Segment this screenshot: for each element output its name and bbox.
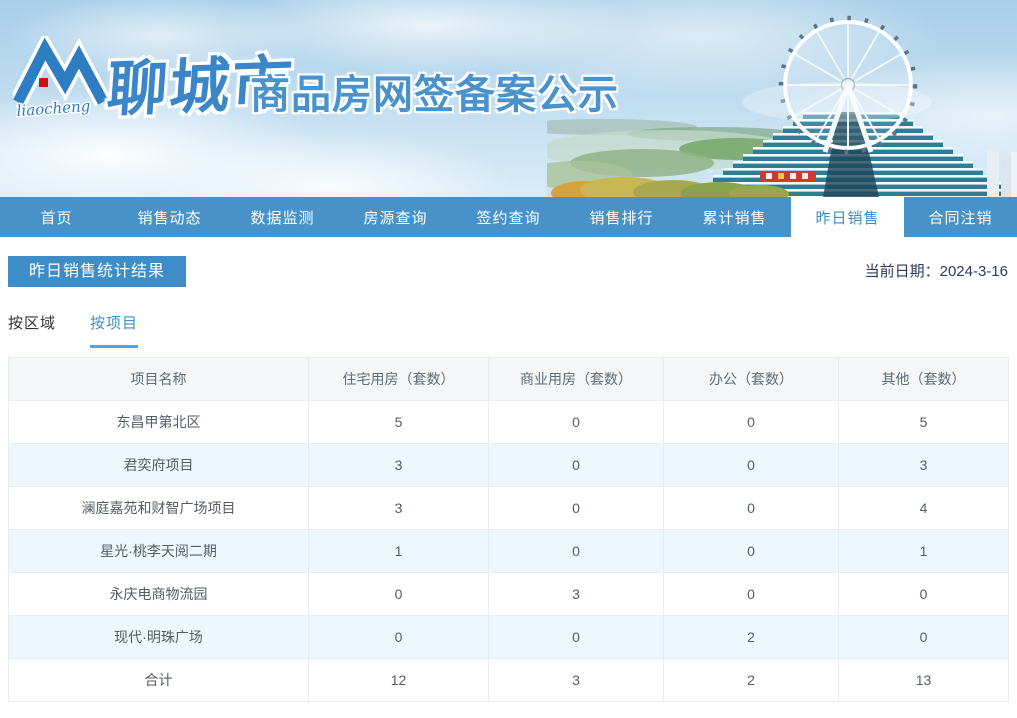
value-cell: 2 — [663, 658, 839, 702]
liaocheng-logo-icon: liaocheng — [9, 30, 111, 121]
view-tabs: 按区域 按项目 — [8, 312, 1009, 348]
value-cell: 2 — [663, 615, 839, 659]
value-cell: 1 — [838, 529, 1009, 573]
table-row: 现代·明珠广场 0 0 2 0 — [8, 615, 1009, 659]
project-name-cell: 东昌甲第北区 — [8, 400, 309, 444]
project-name-cell: 合计 — [8, 658, 309, 702]
nav-item-data-monitor[interactable]: 数据监测 — [226, 197, 339, 237]
value-cell: 0 — [838, 615, 1009, 659]
value-cell: 0 — [488, 486, 664, 530]
logo-red-square — [39, 78, 48, 87]
banner-subtitle: 商品房网签备案公示 — [250, 73, 619, 117]
value-cell: 0 — [308, 572, 489, 616]
col-header-commercial: 商业用房（套数） — [488, 357, 664, 401]
nav-item-yesterday-sales[interactable]: 昨日销售 — [791, 197, 904, 237]
value-cell: 3 — [838, 443, 1009, 487]
table-row: 星光·桃李天阅二期 1 0 0 1 — [8, 529, 1009, 573]
table-row-total: 合计 12 3 2 13 — [8, 658, 1009, 702]
main-content: 昨日销售统计结果 当前日期：2024-3-16 按区域 按项目 项目名称 住宅用… — [0, 237, 1017, 702]
table-row: 澜庭嘉苑和财智广场项目 3 0 0 4 — [8, 486, 1009, 530]
value-cell: 0 — [488, 529, 664, 573]
value-cell: 0 — [663, 486, 839, 530]
project-name-cell: 君奕府项目 — [8, 443, 309, 487]
table-row: 东昌甲第北区 5 0 0 5 — [8, 400, 1009, 444]
value-cell: 0 — [838, 572, 1009, 616]
value-cell: 13 — [838, 658, 1009, 702]
value-cell: 3 — [308, 486, 489, 530]
site-logo: liaocheng — [9, 30, 113, 121]
page-title: 昨日销售统计结果 — [8, 256, 187, 287]
table-header-row: 项目名称 住宅用房（套数） 商业用房（套数） 办公（套数） 其他（套数） — [8, 357, 1009, 401]
table-row: 永庆电商物流园 0 3 0 0 — [8, 572, 1009, 616]
tab-by-project[interactable]: 按项目 — [90, 312, 139, 348]
value-cell: 0 — [663, 400, 839, 444]
tab-by-region[interactable]: 按区域 — [8, 312, 56, 348]
nav-item-sales-ranking[interactable]: 销售排行 — [565, 197, 678, 237]
side-buildings — [987, 150, 1017, 197]
value-cell: 3 — [488, 572, 664, 616]
col-header-office: 办公（套数） — [663, 357, 839, 401]
value-cell: 5 — [308, 400, 489, 444]
main-nav: 首页 销售动态 数据监测 房源查询 签约查询 销售排行 累计销售 昨日销售 合同… — [0, 197, 1017, 237]
nav-item-total-sales[interactable]: 累计销售 — [678, 197, 791, 237]
value-cell: 0 — [663, 443, 839, 487]
nav-item-sales-dynamics[interactable]: 销售动态 — [113, 197, 226, 237]
current-date-label: 当前日期： — [864, 263, 940, 280]
value-cell: 0 — [488, 615, 664, 659]
col-header-residential: 住宅用房（套数） — [308, 357, 489, 401]
table-row: 君奕府项目 3 0 0 3 — [8, 443, 1009, 487]
nav-item-home[interactable]: 首页 — [0, 197, 113, 237]
header-banner: liaocheng 聊城市 商品房网签备案公示 — [0, 0, 1017, 197]
sales-table: 项目名称 住宅用房（套数） 商业用房（套数） 办公（套数） 其他（套数） 东昌甲… — [8, 357, 1009, 702]
value-cell: 0 — [488, 443, 664, 487]
nav-item-housing-query[interactable]: 房源查询 — [339, 197, 452, 237]
project-name-cell: 现代·明珠广场 — [8, 615, 309, 659]
value-cell: 12 — [308, 658, 489, 702]
value-cell: 5 — [838, 400, 1009, 444]
project-name-cell: 永庆电商物流园 — [8, 572, 309, 616]
current-date: 当前日期：2024-3-16 — [865, 260, 1008, 281]
value-cell: 1 — [308, 529, 489, 573]
value-cell: 0 — [663, 572, 839, 616]
value-cell: 3 — [308, 443, 489, 487]
logo-script-text: liaocheng — [16, 97, 91, 120]
col-header-project-name: 项目名称 — [8, 357, 309, 401]
project-name-cell: 星光·桃李天阅二期 — [8, 529, 309, 573]
value-cell: 0 — [663, 529, 839, 573]
current-date-value: 2024-3-16 — [939, 263, 1008, 280]
col-header-other: 其他（套数） — [838, 357, 1009, 401]
value-cell: 4 — [838, 486, 1009, 530]
project-name-cell: 澜庭嘉苑和财智广场项目 — [8, 486, 309, 530]
nav-item-contract-query[interactable]: 签约查询 — [452, 197, 565, 237]
value-cell: 0 — [488, 400, 664, 444]
nav-item-contract-cancel[interactable]: 合同注销 — [904, 197, 1017, 237]
value-cell: 3 — [488, 658, 664, 702]
value-cell: 0 — [308, 615, 489, 659]
